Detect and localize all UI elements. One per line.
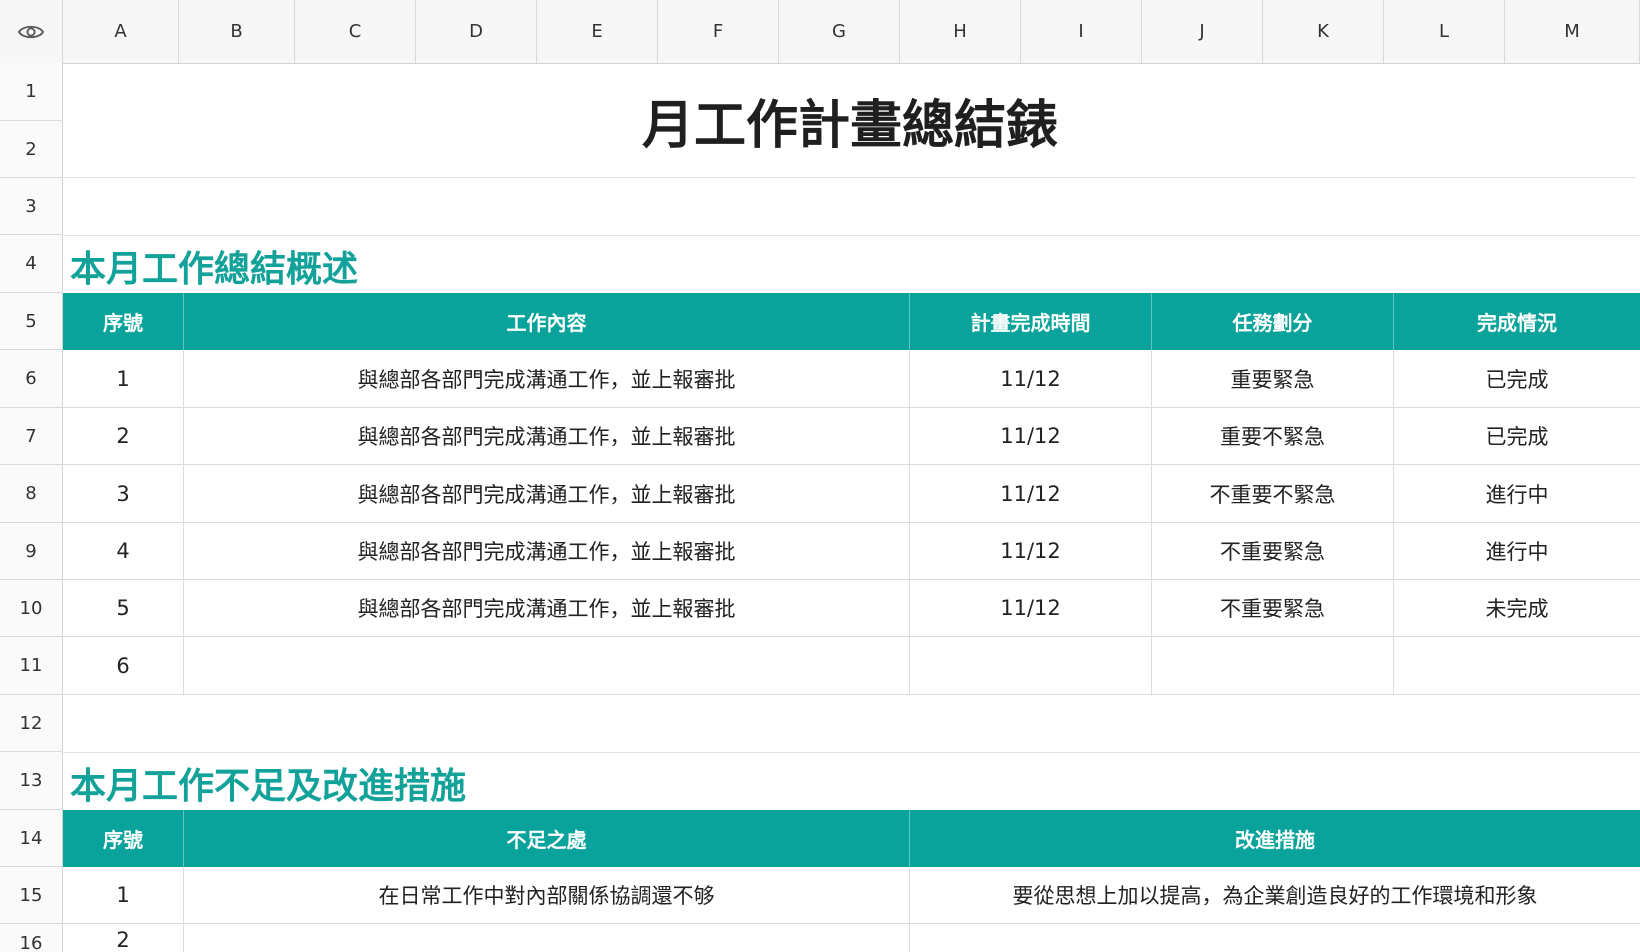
summary-cell-no[interactable]: 6	[63, 637, 184, 695]
sheet-title[interactable]: 月工作計畫總結錶	[64, 64, 1636, 178]
improvement-header-shortfall[interactable]: 不足之處	[184, 810, 910, 867]
column-header-b[interactable]: B	[179, 0, 295, 63]
column-header-g[interactable]: G	[779, 0, 900, 63]
summary-cell-date[interactable]: 11/12	[910, 465, 1152, 523]
summary-cell-content[interactable]: 與總部各部門完成溝通工作，並上報審批	[184, 465, 910, 523]
row-header-3[interactable]: 3	[0, 178, 63, 235]
row-header-6[interactable]: 6	[0, 350, 63, 408]
row-header-7[interactable]: 7	[0, 408, 63, 465]
summary-cell-date[interactable]: 11/12	[910, 580, 1152, 637]
summary-cell-priority[interactable]	[1152, 637, 1394, 695]
row-header-16[interactable]: 16	[0, 924, 63, 952]
summary-cell-content[interactable]: 與總部各部門完成溝通工作，並上報審批	[184, 523, 910, 580]
summary-header-priority[interactable]: 任務劃分	[1152, 293, 1394, 350]
summary-cell-status[interactable]: 未完成	[1394, 580, 1640, 637]
summary-cell-date[interactable]: 11/12	[910, 523, 1152, 580]
summary-cell-date[interactable]: 11/12	[910, 350, 1152, 408]
improvement-cell-measure[interactable]: 要從思想上加以提高，為企業創造良好的工作環境和形象	[910, 867, 1640, 924]
row-header-4[interactable]: 4	[0, 235, 63, 293]
column-header-l[interactable]: L	[1384, 0, 1505, 63]
row-header-8[interactable]: 8	[0, 465, 63, 523]
summary-cell-no[interactable]: 2	[63, 408, 184, 465]
column-header-c[interactable]: C	[295, 0, 416, 63]
row-divider	[63, 752, 1640, 753]
row-header-13[interactable]: 13	[0, 752, 63, 810]
improvement-cell-no[interactable]: 2	[63, 924, 184, 952]
spreadsheet: A B C D E F G H I J K L M 1 2 3 4 5 6 7 …	[0, 0, 1640, 952]
summary-cell-date[interactable]: 11/12	[910, 408, 1152, 465]
improvement-section-heading[interactable]: 本月工作不足及改進措施	[70, 757, 466, 809]
summary-cell-priority[interactable]: 重要不緊急	[1152, 408, 1394, 465]
column-header-j[interactable]: J	[1142, 0, 1263, 63]
row-divider	[63, 235, 1640, 236]
column-header-a[interactable]: A	[63, 0, 179, 63]
row-header-5[interactable]: 5	[0, 293, 63, 350]
row-header-12[interactable]: 12	[0, 695, 63, 752]
row-header-14[interactable]: 14	[0, 810, 63, 867]
summary-cell-no[interactable]: 5	[63, 580, 184, 637]
summary-cell-no[interactable]: 1	[63, 350, 184, 408]
summary-cell-priority[interactable]: 不重要不緊急	[1152, 465, 1394, 523]
summary-cell-no[interactable]: 4	[63, 523, 184, 580]
summary-header-status[interactable]: 完成情況	[1394, 293, 1640, 350]
improvement-cell-shortfall[interactable]	[184, 924, 910, 952]
summary-cell-date[interactable]	[910, 637, 1152, 695]
column-header-m[interactable]: M	[1505, 0, 1640, 63]
column-header-i[interactable]: I	[1021, 0, 1142, 63]
improvement-header-no[interactable]: 序號	[63, 810, 184, 867]
column-header-e[interactable]: E	[537, 0, 658, 63]
summary-cell-content[interactable]: 與總部各部門完成溝通工作，並上報審批	[184, 580, 910, 637]
summary-cell-priority[interactable]: 不重要緊急	[1152, 523, 1394, 580]
row-header-15[interactable]: 15	[0, 867, 63, 924]
row-header-9[interactable]: 9	[0, 523, 63, 580]
row-header-2[interactable]: 2	[0, 121, 63, 178]
summary-cell-content[interactable]: 與總部各部門完成溝通工作，並上報審批	[184, 408, 910, 465]
column-header-d[interactable]: D	[416, 0, 537, 63]
improvement-header-measure[interactable]: 改進措施	[910, 810, 1640, 867]
summary-cell-content[interactable]	[184, 637, 910, 695]
improvement-cell-no[interactable]: 1	[63, 867, 184, 924]
row-header-10[interactable]: 10	[0, 580, 63, 637]
summary-cell-priority[interactable]: 重要緊急	[1152, 350, 1394, 408]
summary-cell-priority[interactable]: 不重要緊急	[1152, 580, 1394, 637]
column-header-k[interactable]: K	[1263, 0, 1384, 63]
summary-section-heading[interactable]: 本月工作總結概述	[70, 240, 358, 292]
row-header-1[interactable]: 1	[0, 63, 63, 121]
improvement-cell-shortfall[interactable]: 在日常工作中對內部關係協調還不够	[184, 867, 910, 924]
summary-cell-status[interactable]	[1394, 637, 1640, 695]
column-header-bar: A B C D E F G H I J K L M	[0, 0, 1640, 64]
summary-cell-status[interactable]: 已完成	[1394, 408, 1640, 465]
summary-cell-status[interactable]: 已完成	[1394, 350, 1640, 408]
column-header-f[interactable]: F	[658, 0, 779, 63]
eye-icon	[18, 25, 44, 38]
summary-cell-content[interactable]: 與總部各部門完成溝通工作，並上報審批	[184, 350, 910, 408]
improvement-cell-measure[interactable]	[910, 924, 1640, 952]
summary-cell-status[interactable]: 進行中	[1394, 465, 1640, 523]
summary-cell-status[interactable]: 進行中	[1394, 523, 1640, 580]
summary-header-content[interactable]: 工作內容	[184, 293, 910, 350]
row-header-11[interactable]: 11	[0, 637, 63, 695]
summary-cell-no[interactable]: 3	[63, 465, 184, 523]
column-header-h[interactable]: H	[900, 0, 1021, 63]
summary-header-date[interactable]: 計畫完成時間	[910, 293, 1152, 350]
visibility-toggle[interactable]	[0, 0, 63, 63]
summary-header-no[interactable]: 序號	[63, 293, 184, 350]
